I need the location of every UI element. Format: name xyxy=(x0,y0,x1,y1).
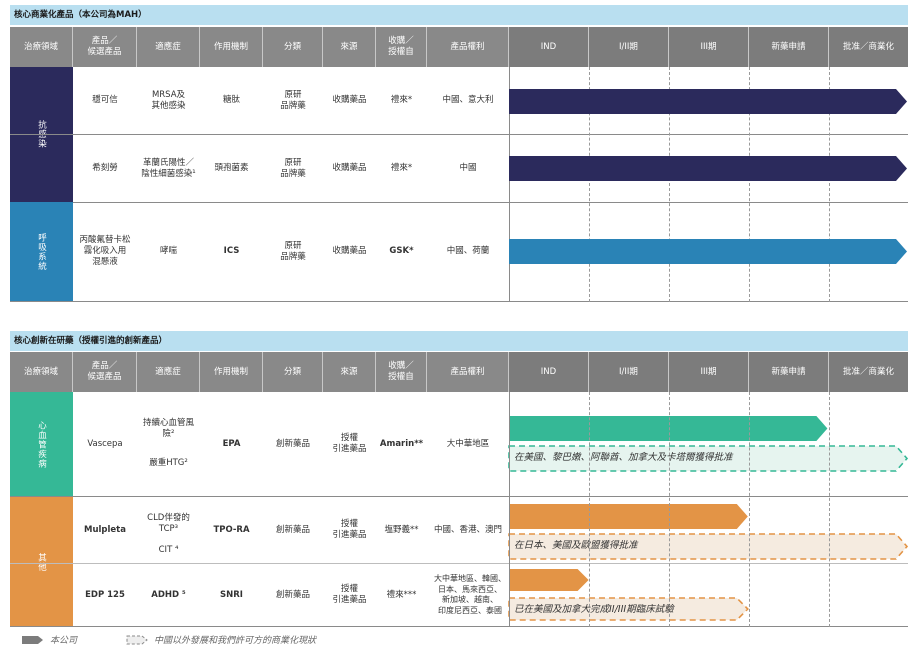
product-name: Vascepa xyxy=(87,438,123,449)
grid-line xyxy=(589,67,590,302)
source: 收購藥品 xyxy=(332,95,367,105)
acquired-from: 禮來* xyxy=(390,95,413,105)
product-name: 丙酸氟替卡松 霧化吸入用 混懸液 xyxy=(79,235,131,267)
header-indication: 適應症 xyxy=(137,27,200,67)
source: 收購藥品 xyxy=(332,246,367,256)
mechanism: ICS xyxy=(223,246,240,256)
header-product: 產品／ 候選產品 xyxy=(73,352,137,392)
source: 收購藥品 xyxy=(332,163,367,173)
header-rights: 產品權利 xyxy=(427,27,509,67)
header-stage-approval: 批准／商業化 xyxy=(829,352,908,392)
overseas-status-text: 在美國、黎巴嫩、阿聯酋、加拿大及卡塔爾獲得批准 xyxy=(514,452,733,463)
mechanism: EPA xyxy=(222,438,241,449)
product-name: 穩可信 xyxy=(92,95,118,105)
header-product: 產品／ 候選產品 xyxy=(73,27,137,67)
header-stage-phase12: I/II期 xyxy=(589,27,669,67)
product-rights: 大中華地區 xyxy=(446,438,490,449)
acquired-from: GSK* xyxy=(389,246,414,256)
grid-line xyxy=(669,67,670,302)
header-source: 來源 xyxy=(323,352,376,392)
grid-line xyxy=(509,67,510,302)
overseas-status-text: 已在美國及加拿大完成II/III期臨床試驗 xyxy=(514,604,674,615)
grid-line xyxy=(829,392,830,627)
category: 創新藥品 xyxy=(275,438,310,449)
header-mechanism: 作用機制 xyxy=(200,27,263,67)
header-stage-ind: IND xyxy=(509,352,589,392)
grid-line xyxy=(509,392,510,627)
table-row: Vascepa 持續心血管風險² 嚴重HTG² EPA 創新藥品 授權 引進藥品… xyxy=(10,392,908,497)
acquired-from: Amarin** xyxy=(379,438,424,449)
mechanism: TPO-RA xyxy=(213,524,250,535)
indication: ADHD ⁵ xyxy=(151,589,186,600)
header-from: 收購／ 授權自 xyxy=(376,352,427,392)
header-from: 收購／ 授權自 xyxy=(376,27,427,67)
indication: 嚴重HTG² xyxy=(149,457,188,468)
grid-line xyxy=(829,67,830,302)
category: 創新藥品 xyxy=(275,524,310,535)
section-1-title: 核心商業化產品（本公司為MAH） xyxy=(10,5,908,25)
mechanism: 糖肽 xyxy=(222,95,240,105)
header-area: 治療領域 xyxy=(10,27,73,67)
header-stage-approval: 批准／商業化 xyxy=(829,27,908,67)
grid-line xyxy=(669,392,670,627)
source: 授權 引進藥品 xyxy=(332,519,367,540)
header-stage-ind: IND xyxy=(509,27,589,67)
section-1-header: 治療領域 產品／ 候選產品 適應症 作用機制 分類 來源 收購／ 授權自 產品權… xyxy=(10,27,908,67)
header-area: 治療領域 xyxy=(10,352,73,392)
header-rights: 產品權利 xyxy=(427,352,509,392)
table-row: 希刻勞 革蘭氏陽性／ 陰性細菌感染¹ 頭孢菌素 原研 品牌藥 收購藥品 禮來* … xyxy=(10,135,908,202)
product-rights: 中國、意大利 xyxy=(442,95,494,105)
table-row: 穩可信 MRSA及 其他感染 糖肽 原研 品牌藥 收購藥品 禮來* 中國、意大利 xyxy=(10,67,908,135)
indication: 革蘭氏陽性／ 陰性細菌感染¹ xyxy=(141,157,196,179)
acquired-from: 禮來* xyxy=(390,163,413,173)
grid-line xyxy=(589,392,590,627)
indication: MRSA及 其他感染 xyxy=(151,89,186,111)
header-source: 來源 xyxy=(323,27,376,67)
header-mechanism: 作用機制 xyxy=(200,352,263,392)
indication: 持續心血管風險² xyxy=(142,418,194,439)
product-rights: 中國、香港、澳門 xyxy=(433,524,502,535)
source: 授權 引進藥品 xyxy=(332,584,367,605)
product-name: 希刻勞 xyxy=(92,163,118,173)
product-rights: 中國、荷蘭 xyxy=(446,246,490,256)
source: 授權 引進藥品 xyxy=(332,433,367,454)
header-stage-phase3: III期 xyxy=(669,27,749,67)
category: 原研 品牌藥 xyxy=(280,240,306,262)
acquired-from: 塩野義** xyxy=(384,524,419,535)
section-2-title: 核心創新在研藥（授權引進的創新產品） xyxy=(10,331,908,351)
product-rights: 大中華地區、韓國、 日本、馬來西亞、 新加坡、越南、 印度尼西亞、泰國 xyxy=(434,574,506,615)
solid-arrow-icon xyxy=(22,635,43,644)
mechanism: SNRI xyxy=(220,589,243,600)
acquired-from: 禮來*** xyxy=(386,589,417,600)
header-stage-nda: 新藥申請 xyxy=(749,352,829,392)
table-row: Mulpleta CLD伴發的 TCP³ CIT ⁴ TPO-RA 創新藥品 授… xyxy=(10,497,908,564)
dashed-arrow-icon xyxy=(126,635,148,644)
header-stage-nda: 新藥申請 xyxy=(749,27,829,67)
mechanism: 頭孢菌素 xyxy=(214,163,249,173)
header-category: 分類 xyxy=(263,27,323,67)
overseas-status-text: 在日本、美國及歐盟獲得批准 xyxy=(514,540,638,551)
table-row: 丙酸氟替卡松 霧化吸入用 混懸液 哮喘 ICS 原研 品牌藥 收購藥品 GSK*… xyxy=(10,202,908,302)
indication: CLD伴發的 TCP³ xyxy=(147,513,190,534)
product-rights: 中國 xyxy=(459,163,477,173)
header-stage-phase12: I/II期 xyxy=(589,352,669,392)
category: 原研 品牌藥 xyxy=(280,89,306,111)
product-name: Mulpleta xyxy=(84,524,126,535)
grid-line xyxy=(749,67,750,302)
legend-partner: 中國以外發展和我們許可方的商業化現狀 xyxy=(126,633,316,646)
header-category: 分類 xyxy=(263,352,323,392)
table-row: EDP 125 ADHD ⁵ SNRI 創新藥品 授權 引進藥品 禮來*** 大… xyxy=(10,564,908,627)
product-name: EDP 125 xyxy=(85,589,125,600)
category: 創新藥品 xyxy=(275,589,310,600)
indication: CIT ⁴ xyxy=(158,544,179,555)
header-indication: 適應症 xyxy=(137,352,200,392)
legend-company: 本公司 xyxy=(22,633,77,646)
header-stage-phase3: III期 xyxy=(669,352,749,392)
section-2-header: 治療領域 產品／ 候選產品 適應症 作用機制 分類 來源 收購／ 授權自 產品權… xyxy=(10,352,908,392)
indication: 哮喘 xyxy=(159,246,177,256)
grid-line xyxy=(749,392,750,627)
category: 原研 品牌藥 xyxy=(280,157,306,179)
